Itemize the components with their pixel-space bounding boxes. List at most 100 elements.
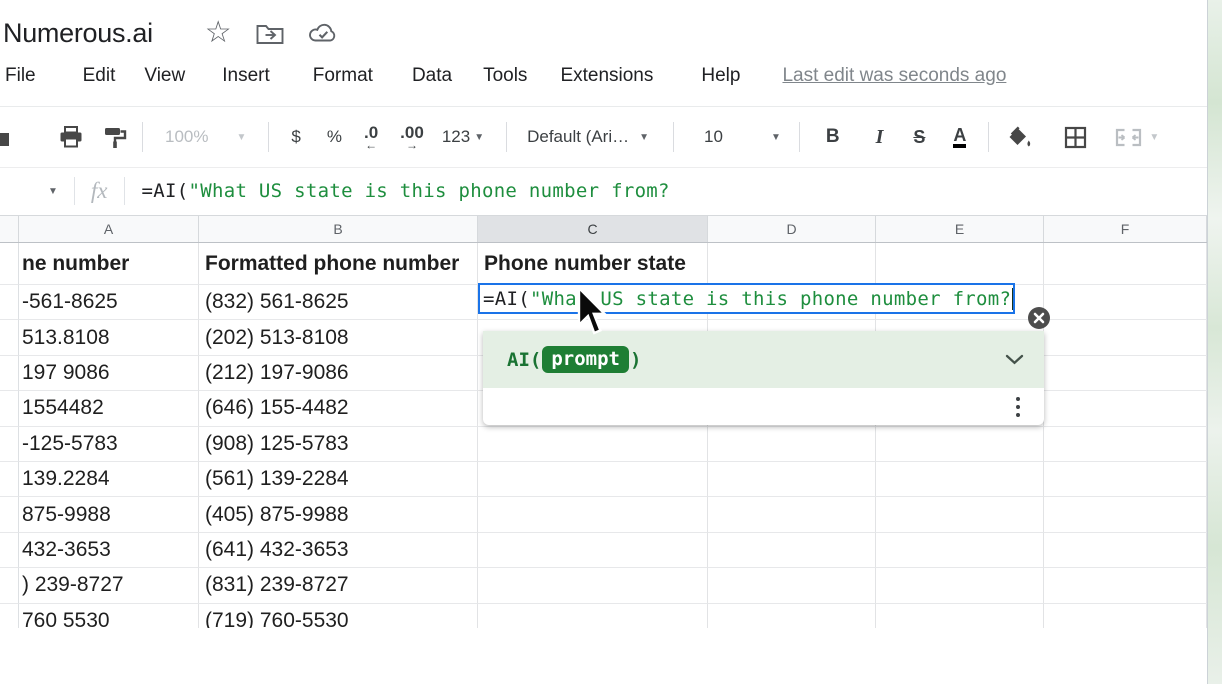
text-color-button[interactable]: A [953,126,966,149]
menu-data[interactable]: Data [412,65,452,87]
bold-button[interactable]: B [826,126,840,148]
cell-f7[interactable] [1044,462,1207,497]
column-header-e[interactable]: E [876,216,1044,242]
cell-e10[interactable] [876,568,1044,603]
cell-b2[interactable]: (832) 561-8625 [199,285,478,320]
cell-f3[interactable] [1044,320,1207,355]
cell-c7[interactable] [478,462,708,497]
zoom-select[interactable]: 100% [165,127,208,147]
cell-e7[interactable] [876,462,1044,497]
menu-edit[interactable]: Edit [83,65,116,87]
column-header-d[interactable]: D [708,216,876,242]
cell-f6[interactable] [1044,427,1207,462]
merge-cells-icon[interactable] [1115,128,1142,147]
column-header-a[interactable]: A [19,216,199,242]
column-header-f[interactable]: F [1044,216,1207,242]
cell-f2[interactable] [1044,285,1207,320]
cell-b10[interactable]: (831) 239-8727 [199,568,478,603]
cell-e11[interactable] [876,604,1044,628]
cell-d9[interactable] [708,533,876,568]
document-title[interactable]: Numerous.ai [3,18,153,49]
cell-b7[interactable]: (561) 139-2284 [199,462,478,497]
menu-extensions[interactable]: Extensions [560,65,653,87]
cell-a1[interactable]: ne number [19,243,199,285]
cell-e1[interactable] [876,243,1044,285]
more-formats-arrow[interactable]: ▼ [474,132,484,143]
decrease-decimal-button[interactable]: .0← [364,124,378,151]
cell-e8[interactable] [876,497,1044,532]
cell-a5[interactable]: 1554482 [19,391,199,426]
close-icon[interactable] [1028,307,1050,329]
column-header-b[interactable]: B [199,216,478,242]
cell-c1[interactable]: Phone number state [478,243,708,285]
paint-format-icon[interactable] [103,126,127,149]
menu-tools[interactable]: Tools [483,65,527,87]
increase-decimal-button[interactable]: .00→ [400,124,424,151]
cell-b6[interactable]: (908) 125-5783 [199,427,478,462]
cell-c6[interactable] [478,427,708,462]
cell-d7[interactable] [708,462,876,497]
cell-f4[interactable] [1044,356,1207,391]
name-box-arrow[interactable]: ▼ [48,186,58,197]
cell-a9[interactable]: 432-3653 [19,533,199,568]
cell-f9[interactable] [1044,533,1207,568]
cell-c8[interactable] [478,497,708,532]
function-signature-row[interactable]: AI(prompt) [483,331,1044,388]
cell-f1[interactable] [1044,243,1207,285]
menu-format[interactable]: Format [313,65,373,87]
cell-f5[interactable] [1044,391,1207,426]
cell-b8[interactable]: (405) 875-9988 [199,497,478,532]
cell-c11[interactable] [478,604,708,628]
cell-a11[interactable]: 760 5530 [19,604,199,628]
star-icon[interactable]: ☆ [205,18,232,48]
menu-view[interactable]: View [144,65,185,87]
cell-a3[interactable]: 513.8108 [19,320,199,355]
last-edit-status[interactable]: Last edit was seconds ago [782,65,1006,87]
cloud-check-icon[interactable] [308,22,339,44]
cell-d11[interactable] [708,604,876,628]
cell-d8[interactable] [708,497,876,532]
column-header-c[interactable]: C [478,216,708,242]
cell-a7[interactable]: 139.2284 [19,462,199,497]
merge-dropdown-arrow[interactable]: ▼ [1149,132,1159,143]
menu-insert[interactable]: Insert [222,65,270,87]
cell-e6[interactable] [876,427,1044,462]
move-folder-icon[interactable] [256,22,284,45]
cell-f10[interactable] [1044,568,1207,603]
percent-format-button[interactable]: % [327,127,342,147]
cell-d6[interactable] [708,427,876,462]
fill-color-icon[interactable] [1007,126,1032,149]
cell-a2[interactable]: -561-8625 [19,285,199,320]
chevron-down-icon[interactable] [1005,354,1024,365]
font-size-select[interactable]: 10 [704,127,723,147]
menu-help[interactable]: Help [701,65,740,87]
cell-c9[interactable] [478,533,708,568]
cell-b5[interactable]: (646) 155-4482 [199,391,478,426]
cell-a8[interactable]: 875-9988 [19,497,199,532]
italic-button[interactable]: I [876,126,884,149]
more-formats-button[interactable]: 123 [442,127,470,147]
cell-b11[interactable]: (719) 760-5530 [199,604,478,628]
print-icon[interactable] [59,126,83,148]
cell-b9[interactable]: (641) 432-3653 [199,533,478,568]
font-size-arrow[interactable]: ▼ [771,132,781,143]
cell-d1[interactable] [708,243,876,285]
borders-icon[interactable] [1064,126,1087,149]
cell-c10[interactable] [478,568,708,603]
font-family-arrow[interactable]: ▼ [639,132,649,143]
cell-f11[interactable] [1044,604,1207,628]
currency-format-button[interactable]: $ [291,127,300,147]
cell-b4[interactable]: (212) 197-9086 [199,356,478,391]
more-options-icon[interactable] [1016,397,1020,417]
cell-a10[interactable]: ) 239-8727 [19,568,199,603]
cell-f8[interactable] [1044,497,1207,532]
menu-file[interactable]: File [5,65,36,87]
cell-a4[interactable]: 197 9086 [19,356,199,391]
cell-editor[interactable]: =AI("What US state is this phone number … [478,283,1015,314]
font-family-select[interactable]: Default (Ari… [527,127,629,147]
cell-b3[interactable]: (202) 513-8108 [199,320,478,355]
cell-b1[interactable]: Formatted phone number [199,243,478,285]
strikethrough-button[interactable]: S [913,127,925,148]
zoom-dropdown-arrow[interactable]: ▼ [236,132,246,143]
cell-a6[interactable]: -125-5783 [19,427,199,462]
